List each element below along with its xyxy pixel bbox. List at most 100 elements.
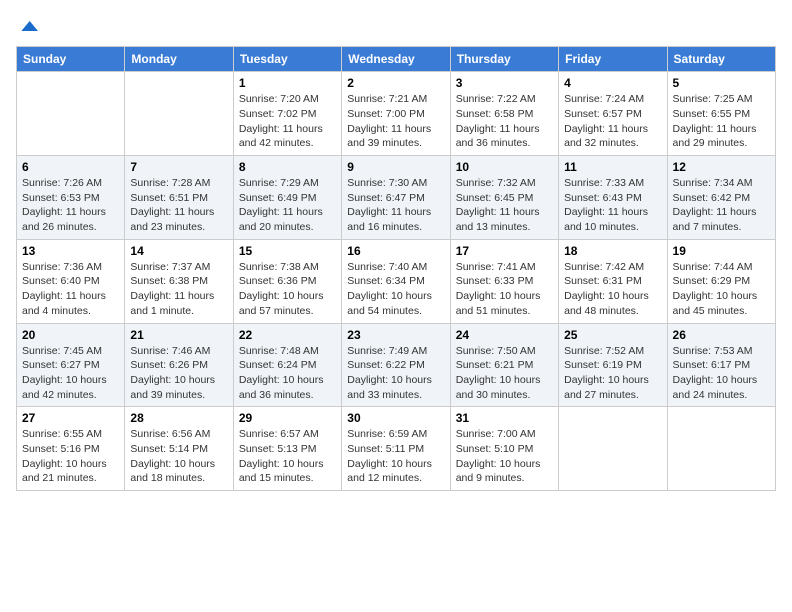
day-number: 13 — [22, 244, 119, 258]
day-number: 26 — [673, 328, 770, 342]
day-info: Sunrise: 7:21 AM Sunset: 7:00 PM Dayligh… — [347, 92, 444, 151]
logo-text — [16, 16, 38, 36]
calendar-cell: 17 Sunrise: 7:41 AM Sunset: 6:33 PM Dayli… — [450, 239, 558, 323]
calendar-cell: 18 Sunrise: 7:42 AM Sunset: 6:31 PM Dayli… — [559, 239, 667, 323]
calendar-week-row: 6 Sunrise: 7:26 AM Sunset: 6:53 PM Daylig… — [17, 156, 776, 240]
calendar-body: 1 Sunrise: 7:20 AM Sunset: 7:02 PM Daylig… — [17, 72, 776, 491]
day-number: 10 — [456, 160, 553, 174]
day-info: Sunrise: 7:26 AM Sunset: 6:53 PM Dayligh… — [22, 176, 119, 235]
day-info: Sunrise: 7:46 AM Sunset: 6:26 PM Dayligh… — [130, 344, 227, 403]
day-number: 1 — [239, 76, 336, 90]
weekday-header-tuesday: Tuesday — [233, 47, 341, 72]
day-info: Sunrise: 7:30 AM Sunset: 6:47 PM Dayligh… — [347, 176, 444, 235]
page-header — [16, 16, 776, 36]
weekday-header-wednesday: Wednesday — [342, 47, 450, 72]
weekday-header-sunday: Sunday — [17, 47, 125, 72]
calendar-cell — [667, 407, 775, 491]
day-info: Sunrise: 6:57 AM Sunset: 5:13 PM Dayligh… — [239, 427, 336, 486]
calendar-cell: 28Sunrise: 6:56 AM Sunset: 5:14 PM Dayli… — [125, 407, 233, 491]
day-info: Sunrise: 7:41 AM Sunset: 6:33 PM Dayligh… — [456, 260, 553, 319]
day-info: Sunrise: 7:50 AM Sunset: 6:21 PM Dayligh… — [456, 344, 553, 403]
calendar-cell: 29 Sunrise: 6:57 AM Sunset: 5:13 PM Dayli… — [233, 407, 341, 491]
calendar-cell: 21 Sunrise: 7:46 AM Sunset: 6:26 PM Dayli… — [125, 323, 233, 407]
day-info: Sunrise: 7:34 AM Sunset: 6:42 PM Dayligh… — [673, 176, 770, 235]
calendar-cell: 8Sunrise: 7:29 AM Sunset: 6:49 PM Daylig… — [233, 156, 341, 240]
day-info: Sunrise: 7:28 AM Sunset: 6:51 PM Dayligh… — [130, 176, 227, 235]
day-info: Sunrise: 7:38 AM Sunset: 6:36 PM Dayligh… — [239, 260, 336, 319]
calendar-cell: 12 Sunrise: 7:34 AM Sunset: 6:42 PM Dayli… — [667, 156, 775, 240]
calendar-cell — [125, 72, 233, 156]
day-number: 4 — [564, 76, 661, 90]
calendar-cell: 6 Sunrise: 7:26 AM Sunset: 6:53 PM Daylig… — [17, 156, 125, 240]
calendar-cell: 9 Sunrise: 7:30 AM Sunset: 6:47 PM Daylig… — [342, 156, 450, 240]
calendar-cell: 11 Sunrise: 7:33 AM Sunset: 6:43 PM Dayli… — [559, 156, 667, 240]
day-info: Sunrise: 6:59 AM Sunset: 5:11 PM Dayligh… — [347, 427, 444, 486]
calendar-cell: 27 Sunrise: 6:55 AM Sunset: 5:16 PM Dayli… — [17, 407, 125, 491]
day-info: Sunrise: 6:55 AM Sunset: 5:16 PM Dayligh… — [22, 427, 119, 486]
day-number: 12 — [673, 160, 770, 174]
calendar-header: SundayMondayTuesdayWednesdayThursdayFrid… — [17, 47, 776, 72]
calendar-cell: 24 Sunrise: 7:50 AM Sunset: 6:21 PM Dayli… — [450, 323, 558, 407]
weekday-header-monday: Monday — [125, 47, 233, 72]
calendar-week-row: 1 Sunrise: 7:20 AM Sunset: 7:02 PM Daylig… — [17, 72, 776, 156]
calendar-table: SundayMondayTuesdayWednesdayThursdayFrid… — [16, 46, 776, 491]
calendar-cell: 1 Sunrise: 7:20 AM Sunset: 7:02 PM Daylig… — [233, 72, 341, 156]
day-info: Sunrise: 7:29 AM Sunset: 6:49 PM Dayligh… — [239, 176, 336, 235]
weekday-header-friday: Friday — [559, 47, 667, 72]
calendar-cell: 26 Sunrise: 7:53 AM Sunset: 6:17 PM Dayli… — [667, 323, 775, 407]
day-number: 21 — [130, 328, 227, 342]
day-info: Sunrise: 7:25 AM Sunset: 6:55 PM Dayligh… — [673, 92, 770, 151]
day-number: 27 — [22, 411, 119, 425]
day-number: 14 — [130, 244, 227, 258]
day-number: 16 — [347, 244, 444, 258]
day-number: 15 — [239, 244, 336, 258]
day-info: Sunrise: 7:40 AM Sunset: 6:34 PM Dayligh… — [347, 260, 444, 319]
day-info: Sunrise: 7:20 AM Sunset: 7:02 PM Dayligh… — [239, 92, 336, 151]
day-number: 9 — [347, 160, 444, 174]
calendar-cell: 20 Sunrise: 7:45 AM Sunset: 6:27 PM Dayli… — [17, 323, 125, 407]
calendar-cell: 30Sunrise: 6:59 AM Sunset: 5:11 PM Dayli… — [342, 407, 450, 491]
day-number: 19 — [673, 244, 770, 258]
day-info: Sunrise: 7:53 AM Sunset: 6:17 PM Dayligh… — [673, 344, 770, 403]
logo-icon — [18, 16, 38, 36]
calendar-cell: 4 Sunrise: 7:24 AM Sunset: 6:57 PM Daylig… — [559, 72, 667, 156]
day-info: Sunrise: 7:42 AM Sunset: 6:31 PM Dayligh… — [564, 260, 661, 319]
calendar-cell: 3Sunrise: 7:22 AM Sunset: 6:58 PM Daylig… — [450, 72, 558, 156]
day-number: 6 — [22, 160, 119, 174]
day-number: 29 — [239, 411, 336, 425]
weekday-header-saturday: Saturday — [667, 47, 775, 72]
day-number: 24 — [456, 328, 553, 342]
day-number: 18 — [564, 244, 661, 258]
calendar-cell: 10 Sunrise: 7:32 AM Sunset: 6:45 PM Dayli… — [450, 156, 558, 240]
day-number: 25 — [564, 328, 661, 342]
calendar-cell: 14 Sunrise: 7:37 AM Sunset: 6:38 PM Dayli… — [125, 239, 233, 323]
calendar-cell: 16 Sunrise: 7:40 AM Sunset: 6:34 PM Dayli… — [342, 239, 450, 323]
calendar-week-row: 13Sunrise: 7:36 AM Sunset: 6:40 PM Dayli… — [17, 239, 776, 323]
calendar-cell: 5 Sunrise: 7:25 AM Sunset: 6:55 PM Daylig… — [667, 72, 775, 156]
day-number: 17 — [456, 244, 553, 258]
day-info: Sunrise: 7:37 AM Sunset: 6:38 PM Dayligh… — [130, 260, 227, 319]
day-info: Sunrise: 6:56 AM Sunset: 5:14 PM Dayligh… — [130, 427, 227, 486]
day-number: 2 — [347, 76, 444, 90]
day-info: Sunrise: 7:22 AM Sunset: 6:58 PM Dayligh… — [456, 92, 553, 151]
calendar-cell: 2 Sunrise: 7:21 AM Sunset: 7:00 PM Daylig… — [342, 72, 450, 156]
day-number: 7 — [130, 160, 227, 174]
calendar-cell — [17, 72, 125, 156]
weekday-header-row: SundayMondayTuesdayWednesdayThursdayFrid… — [17, 47, 776, 72]
day-number: 11 — [564, 160, 661, 174]
day-info: Sunrise: 7:44 AM Sunset: 6:29 PM Dayligh… — [673, 260, 770, 319]
day-number: 22 — [239, 328, 336, 342]
day-info: Sunrise: 7:45 AM Sunset: 6:27 PM Dayligh… — [22, 344, 119, 403]
day-info: Sunrise: 7:00 AM Sunset: 5:10 PM Dayligh… — [456, 427, 553, 486]
calendar-cell: 23Sunrise: 7:49 AM Sunset: 6:22 PM Dayli… — [342, 323, 450, 407]
calendar-cell: 22Sunrise: 7:48 AM Sunset: 6:24 PM Dayli… — [233, 323, 341, 407]
day-info: Sunrise: 7:49 AM Sunset: 6:22 PM Dayligh… — [347, 344, 444, 403]
calendar-cell: 19 Sunrise: 7:44 AM Sunset: 6:29 PM Dayli… — [667, 239, 775, 323]
day-info: Sunrise: 7:32 AM Sunset: 6:45 PM Dayligh… — [456, 176, 553, 235]
day-number: 5 — [673, 76, 770, 90]
calendar-cell: 13Sunrise: 7:36 AM Sunset: 6:40 PM Dayli… — [17, 239, 125, 323]
calendar-week-row: 20 Sunrise: 7:45 AM Sunset: 6:27 PM Dayli… — [17, 323, 776, 407]
day-number: 20 — [22, 328, 119, 342]
day-info: Sunrise: 7:33 AM Sunset: 6:43 PM Dayligh… — [564, 176, 661, 235]
day-info: Sunrise: 7:24 AM Sunset: 6:57 PM Dayligh… — [564, 92, 661, 151]
